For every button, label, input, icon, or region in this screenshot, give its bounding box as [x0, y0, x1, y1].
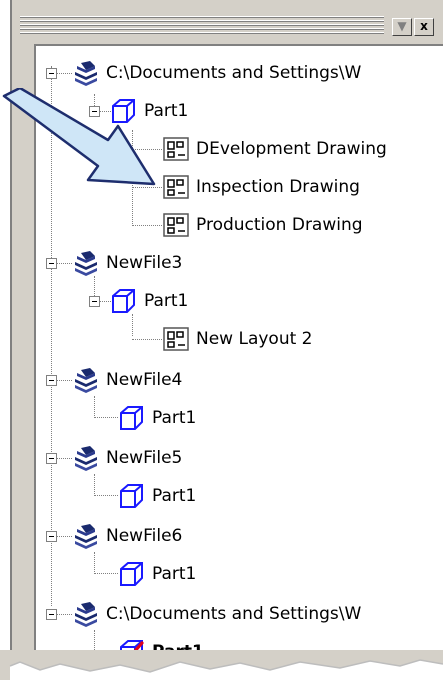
collapse-toggle[interactable] [46, 531, 57, 542]
tree-connector [94, 417, 118, 418]
tree-connector [56, 380, 72, 381]
tree-node-label[interactable]: C:\Documents and Settings\W [106, 63, 361, 83]
tree-node-label[interactable]: NewFile5 [106, 448, 182, 468]
drawing-icon [163, 137, 189, 161]
tree-connector [56, 536, 72, 537]
tree-connector [94, 495, 118, 496]
part-cube-icon [120, 406, 143, 430]
tree-node-label[interactable]: Part1 [152, 564, 196, 584]
tree-connector [132, 314, 133, 336]
part-cube-icon [120, 562, 143, 586]
callout-arrow-icon [2, 88, 156, 186]
tree-connector [94, 474, 95, 496]
titlebar-grip[interactable] [20, 16, 384, 34]
tree-connector [94, 573, 118, 574]
tree-node-part[interactable]: Part1 [118, 559, 196, 589]
collapse-toggle[interactable] [46, 68, 57, 79]
tree-connector [94, 630, 95, 652]
tree-node-drawing[interactable]: DEvelopment Drawing [162, 134, 387, 164]
panel-titlebar[interactable]: ▼ x [14, 10, 443, 42]
tree-node-file[interactable]: NewFile4 [72, 365, 182, 395]
part-cube-icon [112, 289, 135, 313]
part-cube-icon [120, 484, 143, 508]
assembly-stack-icon [75, 446, 97, 471]
tree-node-file[interactable]: NewFile5 [72, 443, 182, 473]
tree-node-label[interactable]: Inspection Drawing [196, 177, 360, 197]
tree-node-part[interactable]: Part1 [110, 286, 188, 316]
dropdown-button[interactable]: ▼ [392, 18, 412, 36]
tree-connector [56, 73, 72, 74]
assembly-stack-icon [75, 368, 97, 393]
collapse-toggle[interactable] [46, 453, 57, 464]
assembly-stack-icon [75, 61, 97, 86]
stage: ▼ x C:\Documents and Settings\W Part1 DE… [0, 0, 443, 680]
assembly-stack-icon [75, 524, 97, 549]
tree-connector [56, 458, 72, 459]
tree-node-label[interactable]: C:\Documents and Settings\W [106, 604, 361, 624]
tree-connector [94, 396, 95, 418]
tree-connector [56, 263, 72, 264]
torn-paper-edge [0, 650, 443, 680]
tree-node-drawing[interactable]: Production Drawing [162, 210, 363, 240]
tree-node-drawing[interactable]: Inspection Drawing [162, 172, 360, 202]
assembly-stack-icon [75, 251, 97, 276]
drawing-icon [163, 213, 189, 237]
assembly-stack-icon [75, 602, 97, 627]
tree-connector [132, 339, 162, 340]
close-button[interactable]: x [414, 18, 434, 36]
drawing-icon [163, 175, 189, 199]
tree-node-file[interactable]: C:\Documents and Settings\W [72, 599, 361, 629]
collapse-toggle[interactable] [46, 258, 57, 269]
tree-node-file[interactable]: NewFile6 [72, 521, 182, 551]
tree-node-label[interactable]: Production Drawing [196, 215, 363, 235]
tree-node-label[interactable]: NewFile6 [106, 526, 182, 546]
tree-node-label[interactable]: NewFile3 [106, 253, 182, 273]
collapse-toggle[interactable] [89, 296, 100, 307]
tree-node-label[interactable]: Part1 [152, 486, 196, 506]
tree-connector [94, 552, 95, 574]
collapse-toggle[interactable] [46, 609, 57, 620]
tree-node-label[interactable]: NewFile4 [106, 370, 182, 390]
tree-node-label[interactable]: Part1 [144, 291, 188, 311]
collapse-toggle[interactable] [46, 375, 57, 386]
drawing-icon [163, 327, 189, 351]
tree-connector [56, 614, 72, 615]
tree-node-part[interactable]: Part1 [118, 403, 196, 433]
tree-node-drawing[interactable]: New Layout 2 [162, 324, 313, 354]
tree-connector [132, 225, 162, 226]
tree-node-label[interactable]: New Layout 2 [196, 329, 313, 349]
tree-node-label[interactable]: Part1 [152, 408, 196, 428]
tree-node-part[interactable]: Part1 [118, 481, 196, 511]
tree-node-file[interactable]: C:\Documents and Settings\W [72, 58, 361, 88]
tree-node-label[interactable]: DEvelopment Drawing [196, 139, 387, 159]
tree-node-file[interactable]: NewFile3 [72, 248, 182, 278]
